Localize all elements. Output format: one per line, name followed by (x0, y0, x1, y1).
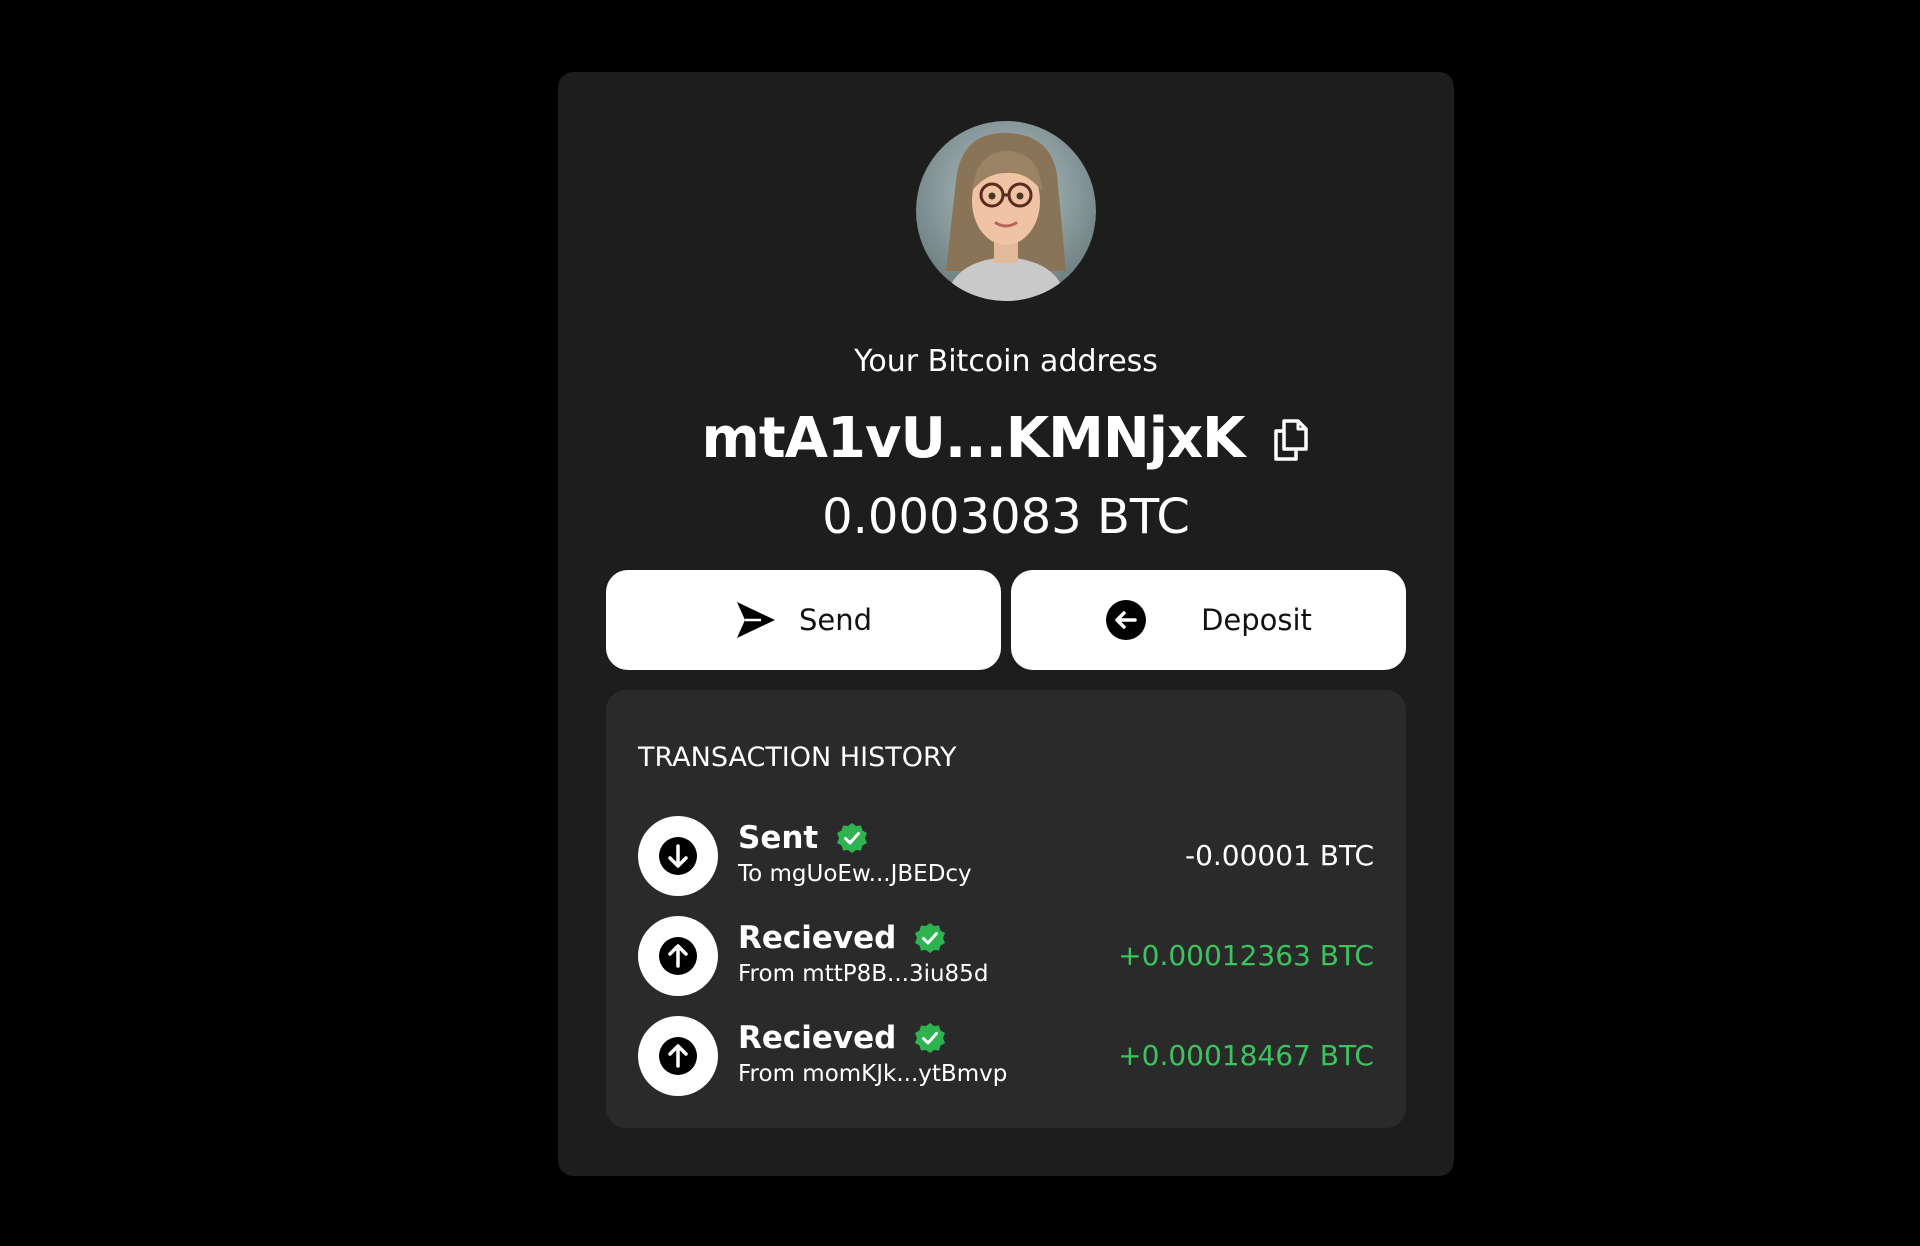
send-icon (736, 602, 775, 638)
bitcoin-address: mtA1vU...KMNjxK (701, 405, 1246, 471)
copy-icon[interactable] (1270, 417, 1310, 463)
transaction-amount: +0.00018467 BTC (1118, 1039, 1374, 1072)
verified-icon (915, 1023, 946, 1053)
avatar (916, 121, 1096, 301)
transaction-counterparty: From mttP8B...3iu85d (738, 961, 989, 987)
arrow-up-icon (638, 1016, 718, 1096)
transaction-counterparty: To mgUoEw...JBEDcy (738, 861, 972, 887)
transaction-title: Recieved (738, 918, 946, 958)
send-button[interactable]: Send (606, 570, 1001, 670)
deposit-button[interactable]: Deposit (1011, 570, 1406, 670)
arrow-down-icon (638, 816, 718, 896)
send-label: Send (798, 603, 873, 637)
address-row: mtA1vU...KMNjxK (558, 398, 1454, 478)
arrow-left-circle-icon (1106, 600, 1147, 640)
verified-icon (837, 823, 868, 853)
deposit-label: Deposit (1201, 603, 1312, 637)
transaction-amount: -0.00001 BTC (1184, 839, 1374, 872)
transaction-row[interactable]: Sent To mgUoEw...JBEDcy -0.00001 BTC (638, 816, 1374, 896)
transaction-title: Sent (738, 818, 868, 858)
verified-icon (915, 923, 946, 953)
transaction-row[interactable]: Recieved From mttP8B...3iu85d +0.0001236… (638, 916, 1374, 996)
transaction-amount: +0.00012363 BTC (1118, 939, 1374, 972)
transaction-type: Recieved (738, 920, 897, 956)
transaction-type: Recieved (738, 1020, 897, 1056)
transaction-counterparty: From momKJk...ytBmvp (738, 1061, 1008, 1087)
transaction-history: TRANSACTION HISTORY Sent To mgUoEw...JBE… (606, 690, 1406, 1128)
wallet-card: Your Bitcoin address mtA1vU...KMNjxK 0.0… (558, 72, 1454, 1176)
transaction-row[interactable]: Recieved From momKJk...ytBmvp +0.0001846… (638, 1016, 1374, 1096)
transaction-type: Sent (738, 820, 819, 856)
arrow-up-icon (638, 916, 718, 996)
transaction-title: Recieved (738, 1018, 946, 1058)
history-title: TRANSACTION HISTORY (638, 742, 957, 773)
address-label: Your Bitcoin address (854, 344, 1158, 379)
wallet-balance: 0.0003083 BTC (822, 489, 1190, 545)
